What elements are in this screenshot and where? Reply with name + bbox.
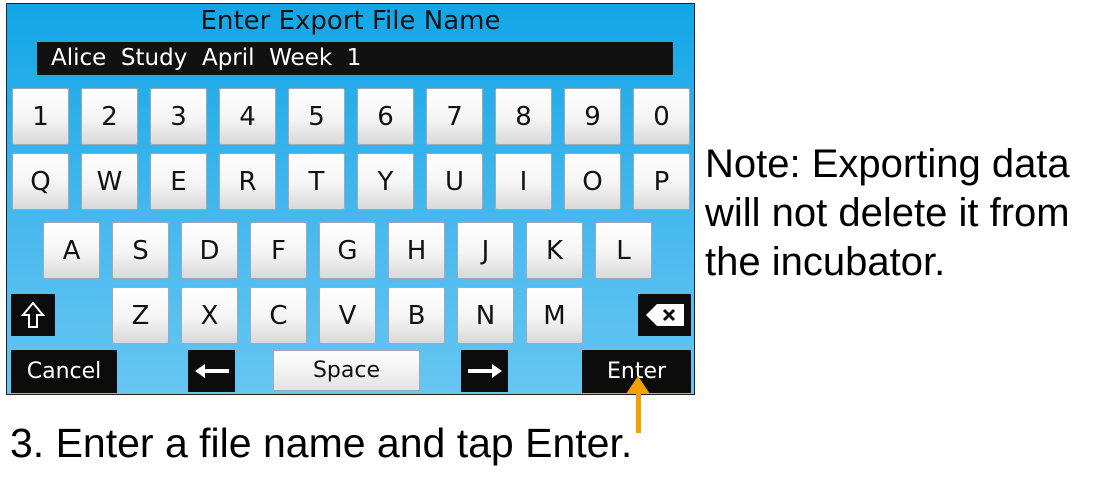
key-2[interactable]: 2 (81, 88, 138, 145)
shift-key[interactable] (11, 294, 55, 336)
key-p[interactable]: P (633, 153, 690, 210)
pointer-arrow-icon (626, 376, 650, 394)
key-o[interactable]: O (564, 153, 621, 210)
key-3[interactable]: 3 (150, 88, 207, 145)
key-g[interactable]: G (319, 222, 376, 279)
key-c[interactable]: C (250, 287, 307, 344)
key-8[interactable]: 8 (495, 88, 552, 145)
key-r[interactable]: R (219, 153, 276, 210)
key-m[interactable]: M (526, 287, 583, 344)
shift-arrow-icon (21, 301, 45, 328)
cancel-label: Cancel (26, 359, 102, 384)
key-6[interactable]: 6 (357, 88, 414, 145)
key-d[interactable]: D (181, 222, 238, 279)
space-label: Space (312, 358, 381, 383)
cancel-button[interactable]: Cancel (11, 350, 117, 393)
right-arrow-icon (467, 364, 502, 378)
key-a[interactable]: A (43, 222, 100, 279)
keyboard-screen: Enter Export File Name Alice Study April… (6, 3, 695, 395)
key-t[interactable]: T (288, 153, 345, 210)
key-n[interactable]: N (457, 287, 514, 344)
key-b[interactable]: B (388, 287, 445, 344)
key-5[interactable]: 5 (288, 88, 345, 145)
cursor-left-button[interactable] (188, 350, 235, 392)
pointer-arrow-shaft (636, 389, 641, 433)
key-s[interactable]: S (112, 222, 169, 279)
key-v[interactable]: V (319, 287, 376, 344)
key-7[interactable]: 7 (426, 88, 483, 145)
backspace-icon (645, 304, 684, 326)
key-9[interactable]: 9 (564, 88, 621, 145)
key-k[interactable]: K (526, 222, 583, 279)
key-q[interactable]: Q (12, 153, 69, 210)
key-0[interactable]: 0 (633, 88, 690, 145)
key-z[interactable]: Z (112, 287, 169, 344)
backspace-key[interactable] (638, 294, 691, 336)
key-h[interactable]: H (388, 222, 445, 279)
key-e[interactable]: E (150, 153, 207, 210)
key-4[interactable]: 4 (219, 88, 276, 145)
key-u[interactable]: U (426, 153, 483, 210)
cursor-right-button[interactable] (461, 350, 508, 392)
key-l[interactable]: L (595, 222, 652, 279)
space-button[interactable]: Space (273, 350, 420, 391)
key-y[interactable]: Y (357, 153, 414, 210)
export-note: Note: Exporting data will not delete it … (705, 142, 1070, 284)
step-caption: 3. Enter a file name and tap Enter. (10, 420, 633, 466)
key-i[interactable]: I (495, 153, 552, 210)
left-arrow-icon (194, 364, 229, 378)
key-x[interactable]: X (181, 287, 238, 344)
dialog-title: Enter Export File Name (200, 6, 501, 36)
filename-input[interactable]: Alice Study April Week 1 (37, 42, 673, 75)
key-f[interactable]: F (250, 222, 307, 279)
key-j[interactable]: J (457, 222, 514, 279)
key-w[interactable]: W (81, 153, 138, 210)
key-1[interactable]: 1 (12, 88, 69, 145)
